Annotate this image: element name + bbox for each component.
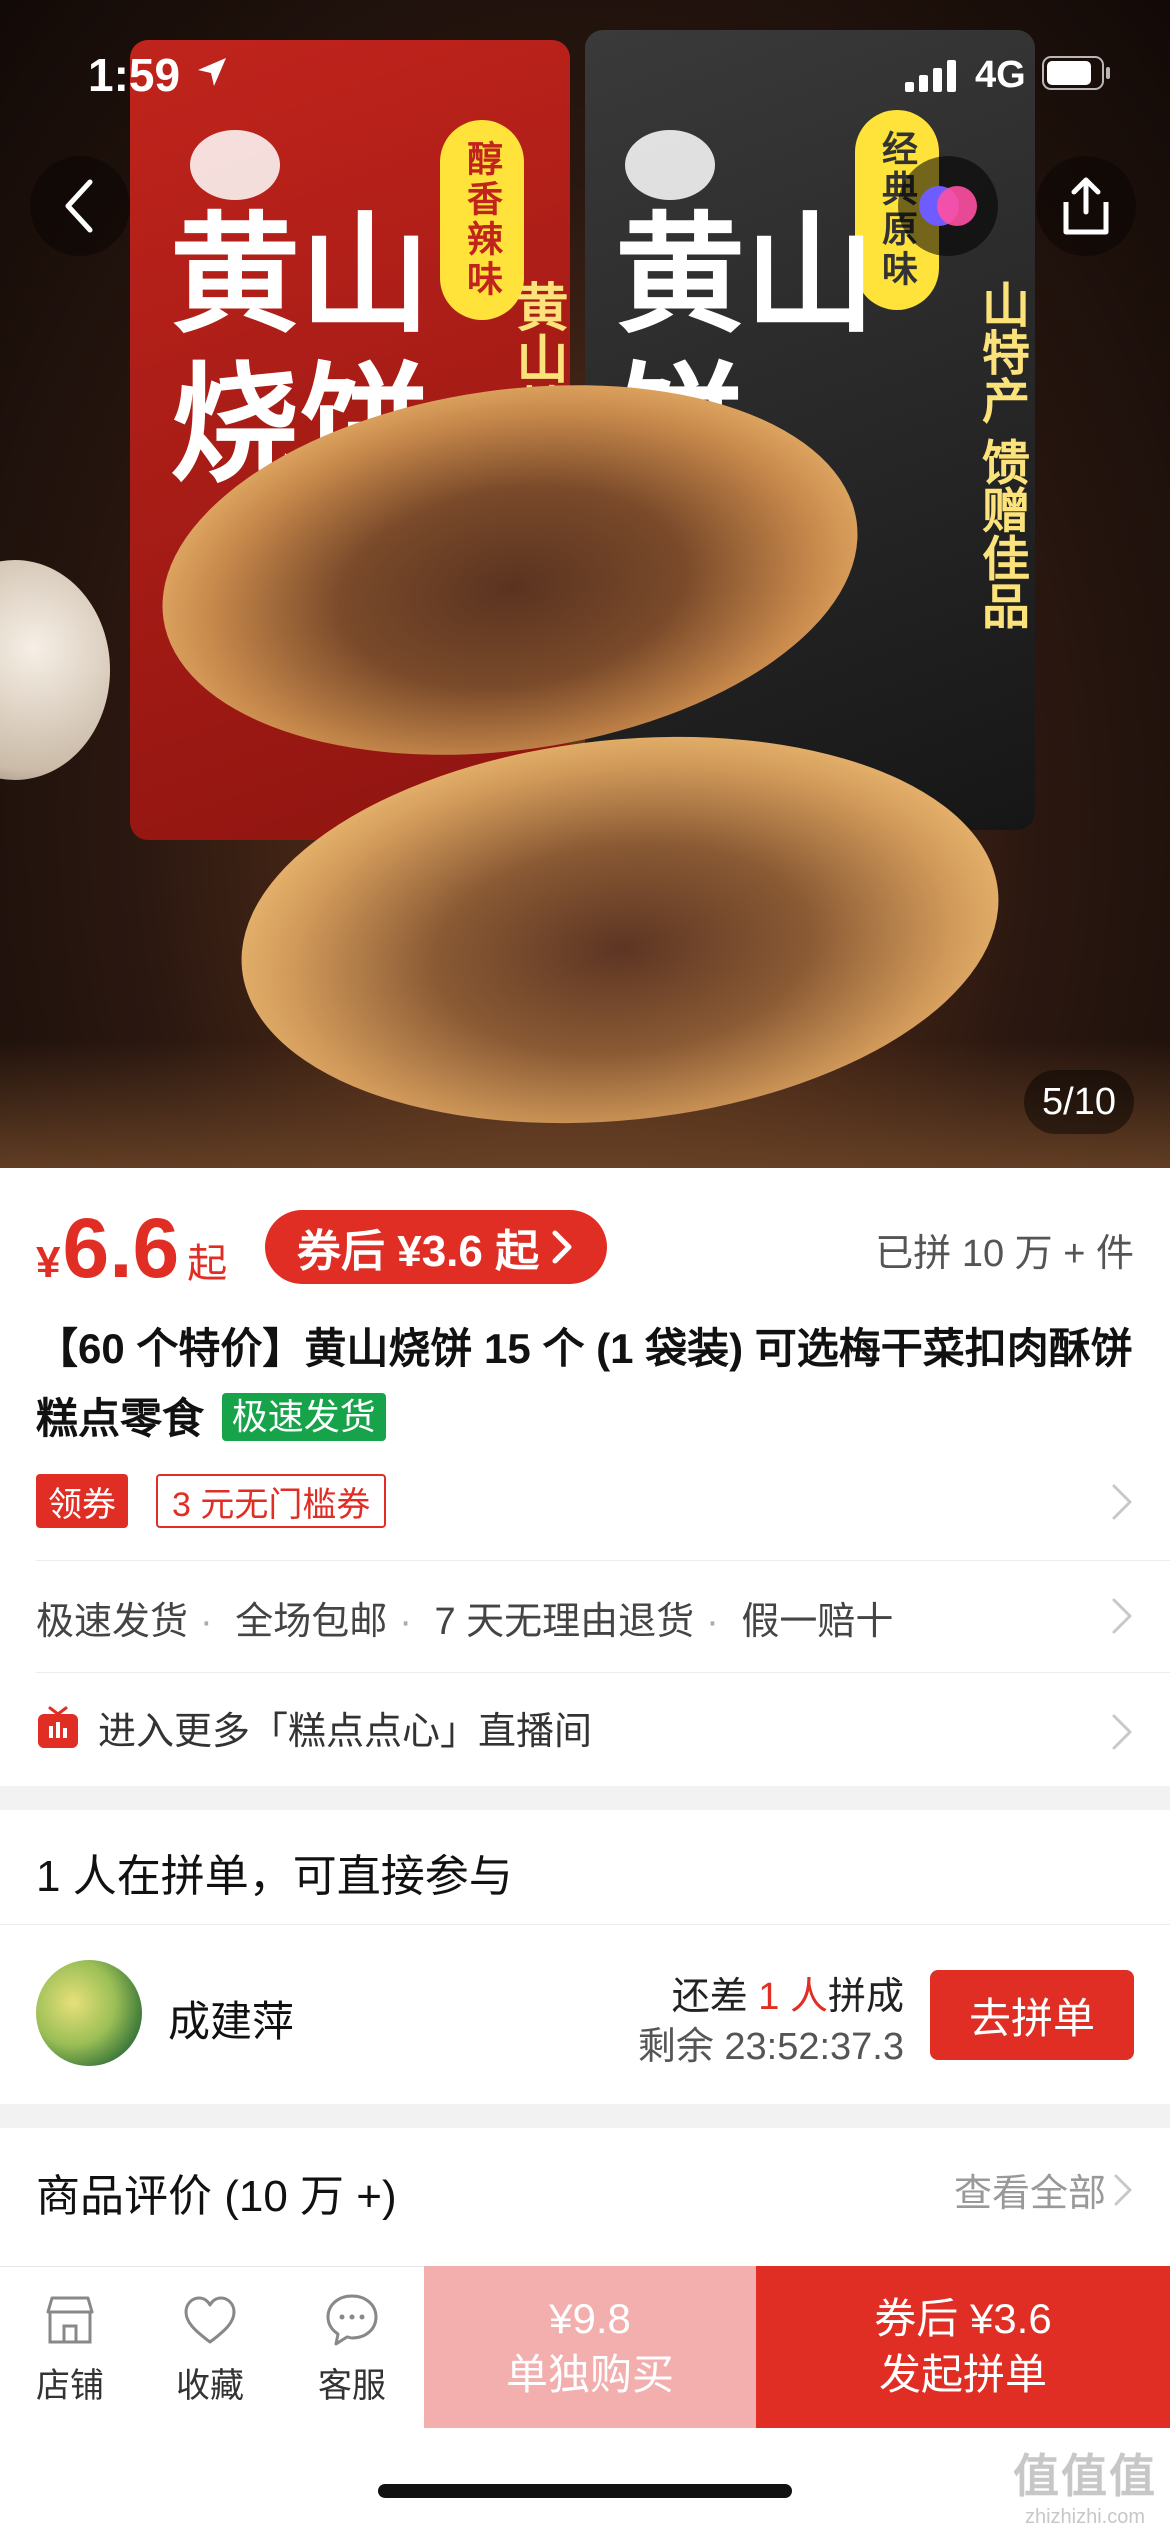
product-image[interactable]: 醇香辣味 黄山烧饼 黄山特 经典原味 黄山饼 山特产 馈赠佳品 bbox=[0, 0, 1170, 1168]
brand-logo bbox=[625, 130, 715, 200]
group-member-name: 成建萍 bbox=[168, 1998, 295, 2045]
brand-logo bbox=[190, 130, 280, 200]
join-group-button[interactable]: 去拼单 bbox=[930, 1970, 1134, 2060]
group-need-text: 还差 1 人拼成 bbox=[672, 1965, 904, 2020]
tab-favorite[interactable]: 收藏 bbox=[150, 2290, 270, 2407]
heart-icon bbox=[184, 2296, 236, 2344]
need-prefix: 还差 bbox=[671, 1976, 759, 2018]
buy-alone-button[interactable]: ¥9.8 单独购买 bbox=[424, 2266, 756, 2428]
section-gap bbox=[0, 1786, 1170, 1810]
buy-group-price: 券后 ¥3.6 bbox=[874, 2295, 1052, 2342]
product-title: 【60 个特价】黄山烧饼 15 个 (1 袋装) 可选梅干菜扣肉酥饼糕点零食 极… bbox=[36, 1314, 1136, 1454]
chevron-right-icon bbox=[1112, 1484, 1132, 1520]
live-stream-link[interactable]: 进入更多「糕点点心」直播间 bbox=[36, 1700, 592, 1755]
coupon-price-pill[interactable]: 券后 ¥3.6 起 bbox=[265, 1210, 608, 1284]
status-time: 1:59 bbox=[88, 49, 181, 101]
home-indicator[interactable] bbox=[378, 2484, 792, 2498]
store-icon bbox=[46, 2296, 94, 2344]
signal-icon bbox=[905, 60, 956, 92]
bowl-image bbox=[0, 560, 110, 780]
tab-customer-service[interactable]: 客服 bbox=[292, 2290, 412, 2407]
view-all-text: 查看全部 bbox=[953, 2173, 1106, 2215]
share-icon bbox=[1063, 177, 1109, 235]
reviews-title: 商品评价 (10 万 +) bbox=[36, 2172, 397, 2221]
service-item: 假一赔十 bbox=[741, 1601, 894, 1643]
price-suffix: 起 bbox=[187, 1242, 228, 1286]
get-coupon-label[interactable]: 领券 bbox=[36, 1474, 128, 1528]
need-suffix: 拼成 bbox=[827, 1976, 904, 2018]
chevron-right-icon bbox=[1112, 1598, 1132, 1634]
divider bbox=[0, 1924, 1170, 1925]
divider bbox=[36, 1672, 1170, 1673]
divider bbox=[36, 1560, 1170, 1561]
section-gap bbox=[0, 2104, 1170, 2128]
avatar bbox=[36, 1960, 142, 2066]
need-count: 1 人 bbox=[758, 1976, 828, 2018]
tab-label: 收藏 bbox=[176, 2367, 244, 2405]
chevron-left-icon bbox=[65, 179, 93, 233]
tab-label: 店铺 bbox=[36, 2367, 104, 2405]
watermark-logo: 值值值 bbox=[1013, 2450, 1157, 2502]
chat-icon bbox=[326, 2294, 378, 2346]
sold-count: 已拼 10 万 + 件 bbox=[875, 1233, 1134, 1275]
coupon-price-text: 券后 ¥3.6 起 bbox=[297, 1227, 540, 1276]
buy-alone-label: 单独购买 bbox=[505, 2351, 674, 2398]
tab-label: 客服 bbox=[318, 2367, 386, 2405]
battery-icon bbox=[1042, 56, 1110, 90]
service-item: 7 天无理由退货 bbox=[434, 1601, 695, 1643]
status-bar: 1:59 4G bbox=[0, 0, 1170, 140]
view-all-reviews-link[interactable]: 查看全部 bbox=[954, 2162, 1134, 2217]
share-button[interactable] bbox=[1036, 156, 1136, 256]
chevron-right-icon bbox=[1114, 2174, 1132, 2205]
currency-symbol: ¥ bbox=[36, 1238, 61, 1287]
price: ¥ 6.6 起 bbox=[36, 1200, 227, 1297]
chevron-right-icon bbox=[552, 1230, 572, 1264]
bag-side-text: 山特产 馈赠佳品 bbox=[974, 280, 1027, 630]
group-buy-heading: 1 人在拼单，可直接参与 bbox=[36, 1852, 513, 1901]
price-value: 6.6 bbox=[62, 1201, 180, 1295]
service-guarantees[interactable]: 极速发货 · 全场包邮 · 7 天无理由退货 · 假一赔十 bbox=[36, 1590, 893, 1645]
fast-shipping-tag: 极速发货 bbox=[221, 1393, 386, 1441]
coupon-offer[interactable]: 3 元无门槛券 bbox=[156, 1474, 387, 1528]
assistant-icon bbox=[919, 186, 977, 226]
buy-alone-price: ¥9.8 bbox=[549, 2295, 631, 2342]
group-countdown: 剩余 23:52:37.3 bbox=[637, 2026, 904, 2068]
network-type: 4G bbox=[975, 54, 1026, 96]
buy-group-label: 发起拼单 bbox=[878, 2351, 1047, 2398]
start-group-buy-button[interactable]: 券后 ¥3.6 发起拼单 bbox=[756, 2266, 1170, 2428]
service-item: 极速发货 bbox=[36, 1601, 189, 1643]
service-item: 全场包邮 bbox=[235, 1601, 388, 1643]
tab-store[interactable]: 店铺 bbox=[10, 2290, 130, 2407]
watermark: 值值值 zhizhizhi.com bbox=[1010, 2440, 1160, 2529]
location-arrow-icon bbox=[198, 58, 226, 86]
assistant-button[interactable] bbox=[898, 156, 998, 256]
live-stream-text: 进入更多「糕点点心」直播间 bbox=[98, 1711, 593, 1753]
back-button[interactable] bbox=[30, 156, 130, 256]
live-tv-icon bbox=[38, 1706, 78, 1748]
product-title-text: 【60 个特价】黄山烧饼 15 个 (1 袋装) 可选梅干菜扣肉酥饼糕点零食 bbox=[36, 1325, 1133, 1442]
watermark-url: zhizhizhi.com bbox=[1024, 2506, 1146, 2528]
chevron-right-icon bbox=[1112, 1714, 1132, 1750]
image-page-counter: 5/10 bbox=[1024, 1070, 1134, 1134]
